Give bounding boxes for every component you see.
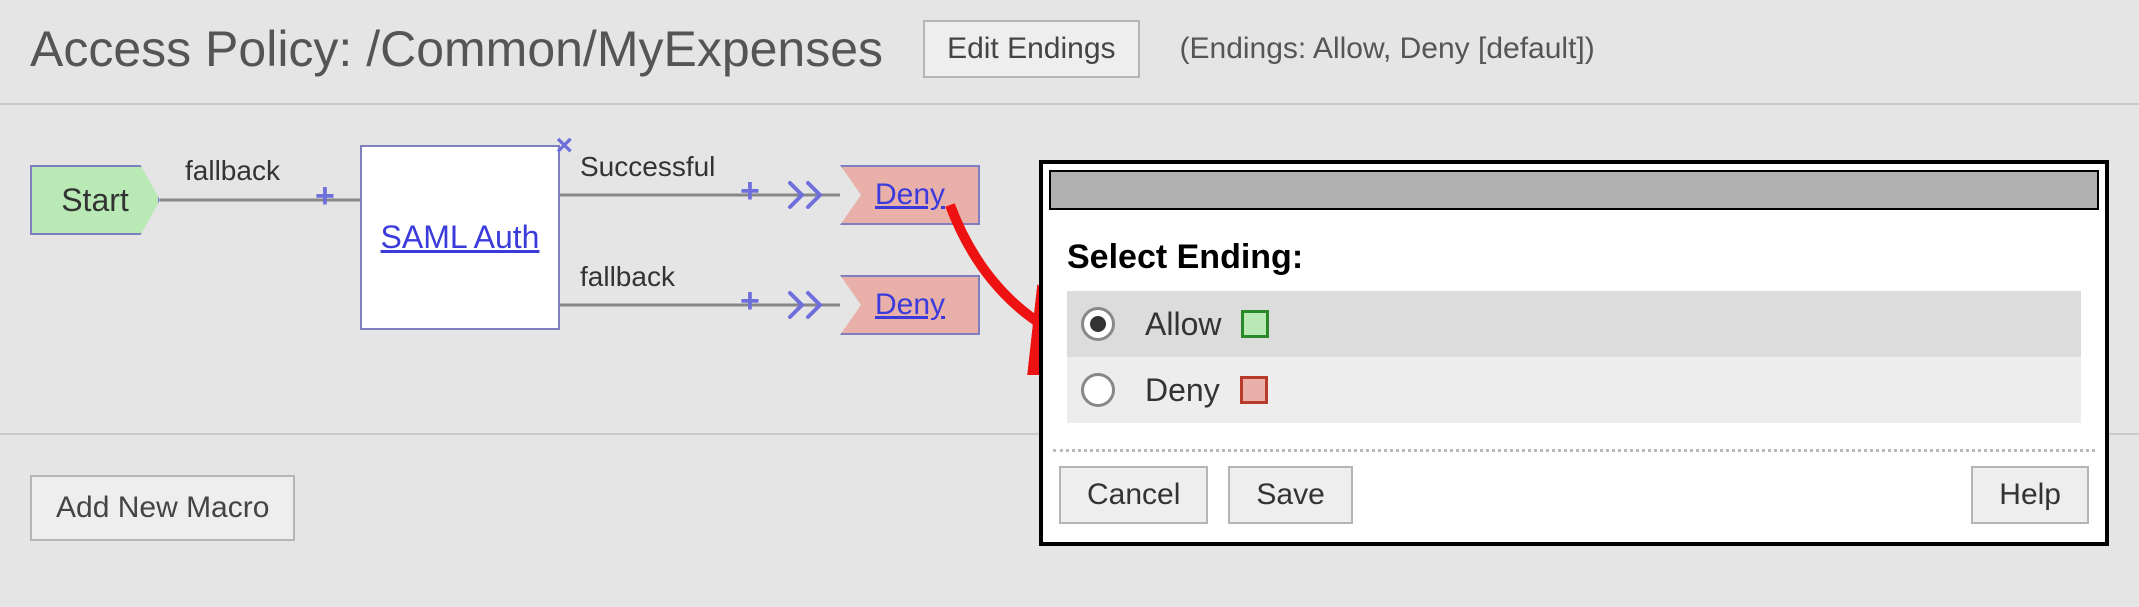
spacer xyxy=(1373,466,1952,524)
help-button[interactable]: Help xyxy=(1971,466,2089,524)
edge-label-start-fallback: fallback xyxy=(185,155,280,187)
header-bar: Access Policy: /Common/MyExpenses Edit E… xyxy=(0,0,2139,105)
dialog-body: Select Ending: Allow Deny xyxy=(1043,216,2105,433)
dialog-titlebar[interactable] xyxy=(1049,170,2099,210)
dialog-heading: Select Ending: xyxy=(1067,238,2081,277)
ending-option-allow[interactable]: Allow xyxy=(1067,291,2081,357)
add-new-macro-button[interactable]: Add New Macro xyxy=(30,475,295,541)
start-node-label: Start xyxy=(61,182,129,219)
save-button[interactable]: Save xyxy=(1228,466,1352,524)
ending-link-deny[interactable]: Deny xyxy=(875,288,945,322)
allow-color-swatch-icon xyxy=(1241,310,1269,338)
ending-node-deny[interactable]: Deny xyxy=(840,165,980,225)
ending-option-deny[interactable]: Deny xyxy=(1067,357,2081,423)
edge-label-fallback: fallback xyxy=(580,261,675,293)
radio-allow[interactable] xyxy=(1081,307,1115,341)
saml-auth-node[interactable]: × SAML Auth xyxy=(360,145,560,330)
edge-label-successful: Successful xyxy=(580,151,715,183)
deny-color-swatch-icon xyxy=(1240,376,1268,404)
add-node-icon[interactable]: + xyxy=(740,284,760,318)
ending-option-label: Deny xyxy=(1145,372,1220,409)
endings-note-text: (Endings: Allow, Deny [default]) xyxy=(1180,32,1595,66)
select-ending-dialog: Select Ending: Allow Deny Cancel Save He… xyxy=(1039,160,2109,546)
ending-option-label: Allow xyxy=(1145,306,1221,343)
edit-endings-button[interactable]: Edit Endings xyxy=(923,20,1139,78)
saml-auth-link[interactable]: SAML Auth xyxy=(381,219,540,256)
start-node[interactable]: Start xyxy=(30,165,160,235)
ending-link-deny[interactable]: Deny xyxy=(875,178,945,212)
radio-deny[interactable] xyxy=(1081,373,1115,407)
add-node-icon[interactable]: + xyxy=(740,174,760,208)
add-node-icon[interactable]: + xyxy=(315,179,335,213)
dialog-button-row: Cancel Save Help xyxy=(1043,452,2105,542)
delete-node-icon[interactable]: × xyxy=(555,129,573,163)
page-title: Access Policy: /Common/MyExpenses xyxy=(30,20,883,78)
cancel-button[interactable]: Cancel xyxy=(1059,466,1208,524)
ending-node-deny[interactable]: Deny xyxy=(840,275,980,335)
